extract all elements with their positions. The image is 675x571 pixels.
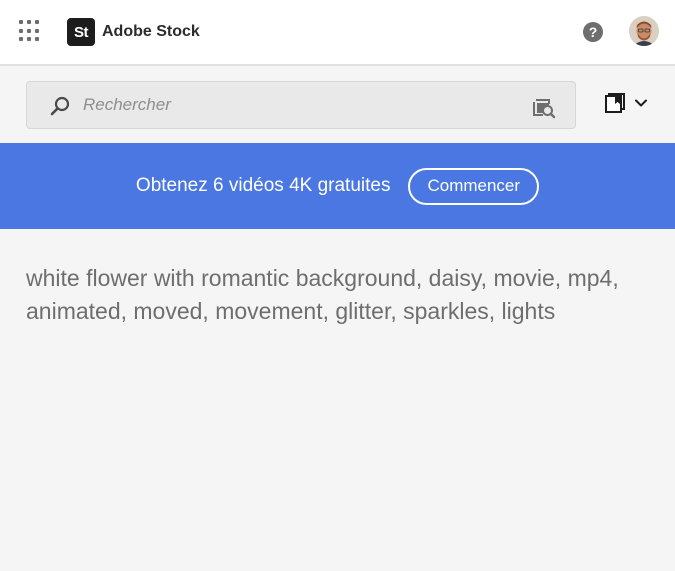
promo-banner: Obtenez 6 vidéos 4K gratuites Commencer bbox=[0, 143, 675, 229]
chevron-down-icon bbox=[635, 99, 647, 107]
brand-name: Adobe Stock bbox=[102, 23, 200, 40]
visual-search-icon[interactable] bbox=[532, 95, 556, 119]
help-icon[interactable]: ? bbox=[583, 22, 603, 42]
search-box bbox=[26, 81, 576, 129]
library-icon bbox=[605, 93, 625, 113]
search-input[interactable] bbox=[83, 90, 523, 120]
search-row bbox=[0, 68, 675, 143]
search-icon bbox=[50, 96, 70, 116]
brand-link[interactable]: St Adobe Stock bbox=[67, 18, 200, 46]
library-dropdown[interactable] bbox=[604, 90, 652, 116]
adobe-stock-logo: St bbox=[67, 18, 95, 46]
avatar[interactable] bbox=[629, 16, 659, 46]
app-grid-icon[interactable] bbox=[19, 20, 41, 42]
top-bar: St Adobe Stock ? bbox=[0, 0, 675, 66]
banner-text: Obtenez 6 vidéos 4K gratuites bbox=[135, 175, 391, 196]
asset-description: white flower with romantic background, d… bbox=[26, 265, 619, 324]
start-button[interactable]: Commencer bbox=[408, 167, 540, 205]
